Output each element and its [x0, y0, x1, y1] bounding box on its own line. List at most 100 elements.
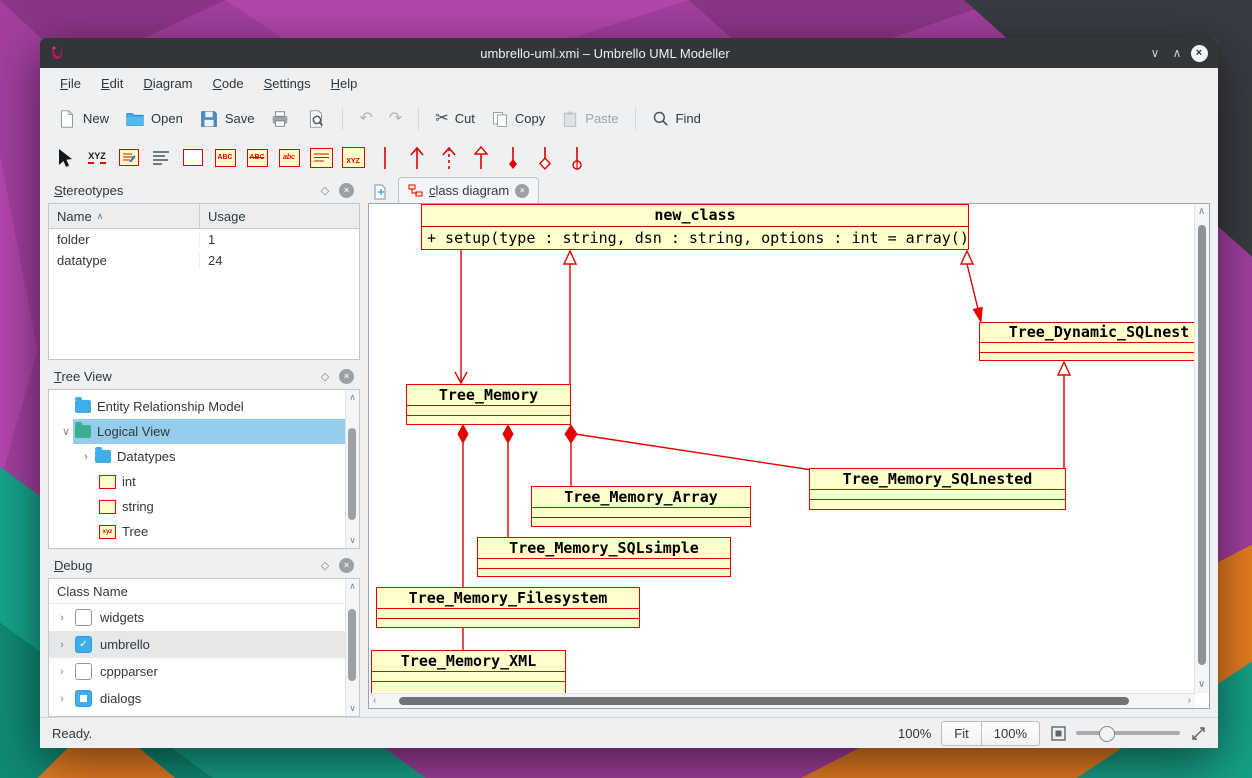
- uml-class-tree-memory-xml[interactable]: Tree_Memory_XML: [371, 650, 566, 693]
- entity-tool[interactable]: XYZ: [338, 143, 368, 173]
- debug-item-dialogs[interactable]: › dialogs: [49, 685, 359, 712]
- redo-button[interactable]: ↷: [382, 107, 409, 131]
- new-tab-button[interactable]: [368, 181, 392, 203]
- menu-file[interactable]: File: [50, 72, 91, 95]
- scroll-left-icon[interactable]: ‹: [373, 696, 376, 706]
- zoom-slider[interactable]: [1076, 731, 1180, 735]
- expander-closed-icon[interactable]: ›: [55, 693, 69, 705]
- scroll-down-icon[interactable]: ∨: [1198, 680, 1205, 690]
- zoom-100-button[interactable]: 100%: [982, 721, 1040, 746]
- scroll-down-icon[interactable]: ∨: [346, 703, 359, 714]
- message-tool[interactable]: [146, 143, 176, 173]
- titlebar[interactable]: umbrello-uml.xmi – Umbrello UML Modeller…: [40, 38, 1218, 68]
- checkbox-checked[interactable]: ✓: [75, 636, 92, 653]
- menu-settings[interactable]: Settings: [254, 72, 321, 95]
- tree-item-entity-relationship-model[interactable]: Entity Relationship Model: [49, 394, 359, 419]
- scroll-up-icon[interactable]: ∧: [346, 581, 359, 592]
- uml-class-tree-dynamic-sqlnest[interactable]: Tree_Dynamic_SQLnest: [979, 322, 1195, 361]
- box-tool[interactable]: [178, 143, 208, 173]
- uml-class-new-class[interactable]: new_class + setup(type : string, dsn : s…: [421, 204, 969, 250]
- close-button[interactable]: ×: [1188, 42, 1210, 64]
- datatype-tool[interactable]: abc: [274, 143, 304, 173]
- scrollbar-thumb[interactable]: [399, 697, 1129, 705]
- tree-item-tree[interactable]: xyz Tree: [49, 519, 359, 544]
- containment-tool[interactable]: [562, 143, 592, 173]
- generalization-tool[interactable]: [466, 143, 496, 173]
- diagram-canvas[interactable]: new_class + setup(type : string, dsn : s…: [369, 204, 1195, 693]
- debug-item-umbrello[interactable]: › ✓ umbrello: [49, 631, 359, 658]
- interface-tool[interactable]: ABC: [242, 143, 272, 173]
- expander-closed-icon[interactable]: ›: [79, 451, 93, 463]
- association-tool[interactable]: [370, 143, 400, 173]
- menu-edit[interactable]: Edit: [91, 72, 133, 95]
- new-button[interactable]: New: [50, 105, 116, 133]
- print-button[interactable]: [263, 105, 297, 133]
- canvas-horizontal-scrollbar[interactable]: ‹ ›: [369, 693, 1195, 708]
- expander-open-icon[interactable]: ∨: [59, 425, 73, 438]
- fit-button[interactable]: Fit: [941, 721, 981, 746]
- column-header-name[interactable]: Name ∧: [49, 204, 200, 228]
- scroll-down-icon[interactable]: ∨: [346, 535, 359, 546]
- table-row[interactable]: datatype 24: [49, 250, 359, 271]
- fit-page-button[interactable]: [1050, 725, 1066, 741]
- composition-tool[interactable]: [498, 143, 528, 173]
- cut-button[interactable]: ✂ Cut: [428, 107, 482, 131]
- menu-code[interactable]: Code: [203, 72, 254, 95]
- scroll-up-icon[interactable]: ∧: [1198, 207, 1205, 217]
- debug-item-cppparser[interactable]: › cppparser: [49, 658, 359, 685]
- paste-button[interactable]: Paste: [554, 106, 625, 132]
- tree-item-int[interactable]: int: [49, 469, 359, 494]
- directed-association-tool[interactable]: [402, 143, 432, 173]
- select-tool[interactable]: [50, 143, 80, 173]
- debug-item-widgets[interactable]: › widgets: [49, 604, 359, 631]
- find-button[interactable]: Find: [645, 106, 708, 132]
- tree-view-scrollbar[interactable]: ∧ ∨: [345, 390, 359, 548]
- checkbox-unchecked[interactable]: [75, 663, 92, 680]
- class-tool[interactable]: ABC: [210, 143, 240, 173]
- expander-closed-icon[interactable]: ›: [55, 612, 69, 624]
- canvas-vertical-scrollbar[interactable]: ∧ ∨: [1194, 204, 1209, 693]
- tab-close-button[interactable]: ×: [515, 184, 529, 198]
- table-row[interactable]: folder 1: [49, 229, 359, 250]
- scrollbar-thumb[interactable]: [348, 428, 356, 520]
- float-dock-button[interactable]: ◇: [317, 182, 333, 198]
- text-tool[interactable]: XYZ: [82, 143, 112, 173]
- scrollbar-thumb[interactable]: [348, 609, 356, 681]
- zoom-slider-knob[interactable]: [1099, 726, 1115, 742]
- uml-class-tree-memory-array[interactable]: Tree_Memory_Array: [531, 486, 751, 527]
- uml-class-tree-memory-sqlsimple[interactable]: Tree_Memory_SQLsimple: [477, 537, 731, 577]
- enum-tool[interactable]: [306, 143, 336, 173]
- undo-button[interactable]: ↶: [352, 107, 379, 131]
- expand-statusbar-button[interactable]: [1190, 725, 1206, 741]
- tree-item-string[interactable]: string: [49, 494, 359, 519]
- tree-item-logical-view[interactable]: ∨ Logical View: [49, 419, 359, 444]
- tree-item-datatypes[interactable]: › Datatypes: [49, 444, 359, 469]
- uml-class-tree-memory-sqlnested[interactable]: Tree_Memory_SQLnested: [809, 468, 1066, 510]
- checkbox-partial[interactable]: [75, 690, 92, 707]
- scroll-right-icon[interactable]: ›: [1188, 696, 1191, 706]
- dependency-tool[interactable]: [434, 143, 464, 173]
- open-button[interactable]: Open: [118, 105, 190, 133]
- expander-closed-icon[interactable]: ›: [55, 639, 69, 651]
- minimize-button[interactable]: ∨: [1144, 42, 1166, 64]
- close-dock-button[interactable]: ×: [339, 183, 354, 198]
- menu-help[interactable]: Help: [321, 72, 368, 95]
- scroll-up-icon[interactable]: ∧: [346, 392, 359, 403]
- print-preview-button[interactable]: [299, 105, 333, 133]
- scrollbar-thumb[interactable]: [1198, 225, 1206, 665]
- aggregation-tool[interactable]: [530, 143, 560, 173]
- float-dock-button[interactable]: ◇: [317, 557, 333, 573]
- save-button[interactable]: Save: [192, 105, 262, 133]
- checkbox-unchecked[interactable]: [75, 609, 92, 626]
- debug-scrollbar[interactable]: ∧ ∨: [345, 579, 359, 716]
- menu-diagram[interactable]: Diagram: [133, 72, 202, 95]
- tab-class-diagram[interactable]: class diagram ×: [398, 177, 539, 203]
- expander-closed-icon[interactable]: ›: [55, 666, 69, 678]
- uml-class-tree-memory-filesystem[interactable]: Tree_Memory_Filesystem: [376, 587, 640, 628]
- uml-class-tree-memory[interactable]: Tree_Memory: [406, 384, 571, 425]
- column-header-usage[interactable]: Usage: [200, 204, 254, 228]
- close-dock-button[interactable]: ×: [339, 558, 354, 573]
- maximize-button[interactable]: ∧: [1166, 42, 1188, 64]
- note-tool[interactable]: [114, 143, 144, 173]
- float-dock-button[interactable]: ◇: [317, 368, 333, 384]
